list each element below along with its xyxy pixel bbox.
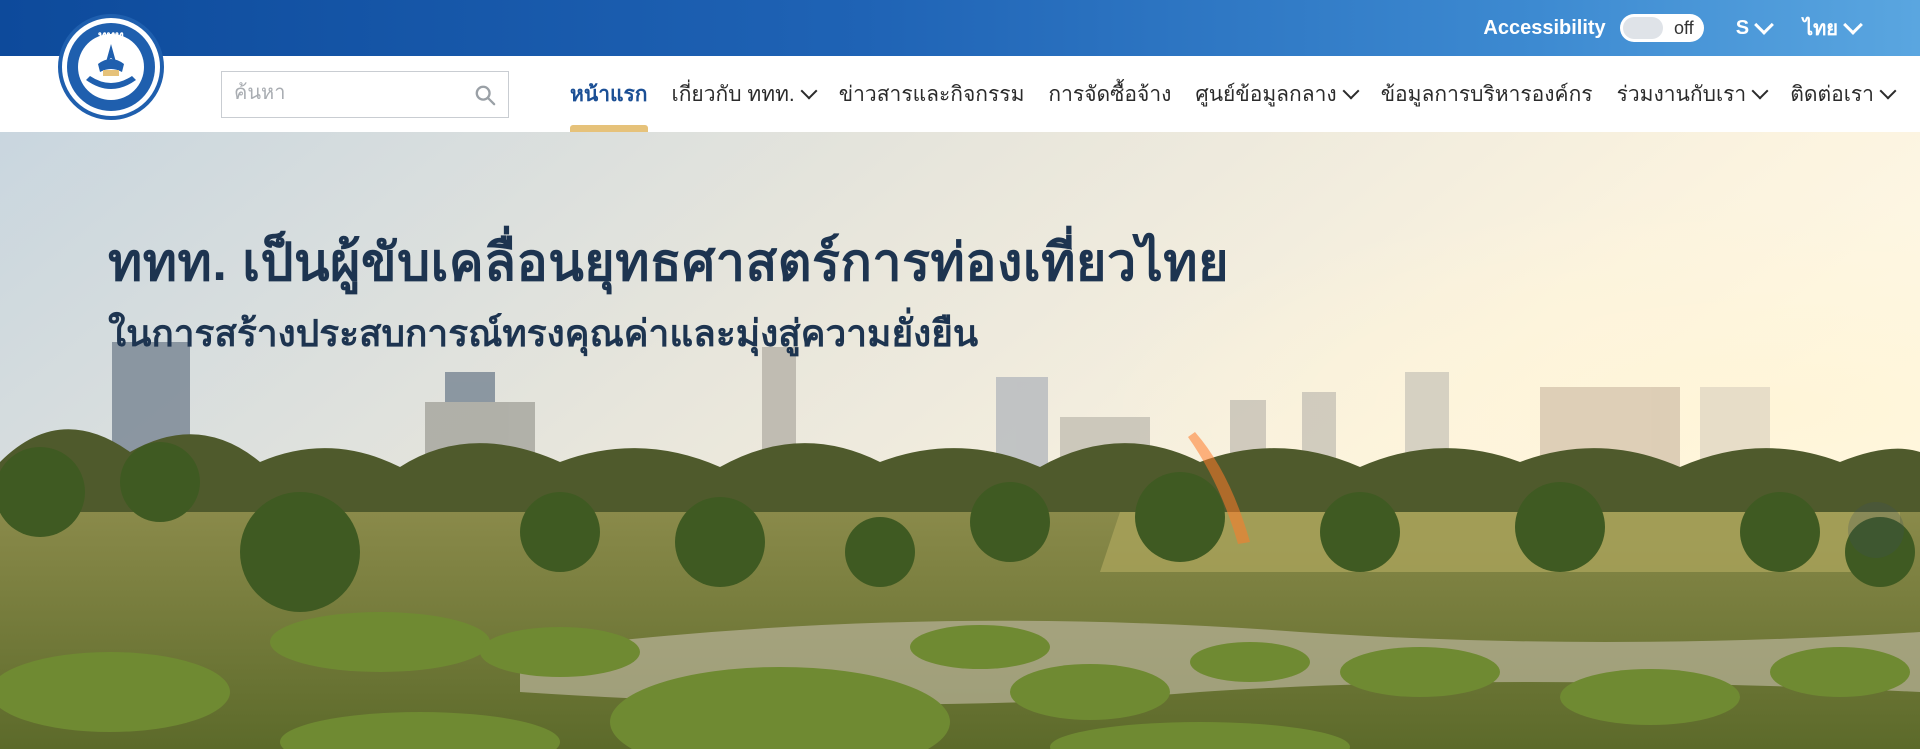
language-dropdown[interactable]: ไทย — [1803, 12, 1863, 44]
top-utility-bar: Accessibility off S ไทย — [0, 0, 1920, 56]
hero-headline: ททท. เป็นผู้ขับเคลื่อนยุทธศาสตร์การท่องเ… — [108, 234, 1230, 292]
nav-item-5[interactable]: ข้อมูลการบริหารองค์กร — [1369, 56, 1605, 132]
chevron-down-icon — [800, 82, 818, 100]
font-size-dropdown[interactable]: S — [1735, 15, 1774, 40]
nav-item-label: ข้อมูลการบริหารองค์กร — [1380, 82, 1593, 106]
chevron-down-icon — [1751, 82, 1769, 100]
tat-logo[interactable]: ททท — [58, 14, 164, 120]
nav-item-7[interactable]: ติดต่อเรา — [1778, 56, 1906, 132]
nav-item-2[interactable]: ข่าวสารและกิจกรรม — [827, 56, 1037, 132]
nav-item-0[interactable]: หน้าแรก — [558, 56, 660, 132]
main-navbar: หน้าแรก เกี่ยวกับ ททท. ข่าวสารและกิจกรรม กา… — [0, 56, 1920, 132]
search-box — [221, 71, 509, 118]
chevron-down-icon — [1754, 15, 1774, 35]
floating-action-button[interactable] — [1848, 502, 1904, 558]
nav-item-label: การจัดซื้อจ้าง — [1048, 82, 1172, 106]
chevron-down-icon — [1879, 82, 1897, 100]
chevron-down-icon — [1342, 82, 1360, 100]
hero-banner: ททท. เป็นผู้ขับเคลื่อนยุทธศาสตร์การท่องเ… — [0, 132, 1920, 749]
logo-mark-text: ททท — [98, 29, 124, 44]
chevron-down-icon — [1843, 15, 1863, 35]
nav-item-1[interactable]: เกี่ยวกับ ททท. — [660, 56, 827, 132]
accessibility-toggle[interactable]: off — [1619, 14, 1704, 42]
nav-item-label: ข่าวสารและกิจกรรม — [838, 82, 1025, 106]
nav-item-label: ติดต่อเรา — [1790, 82, 1874, 106]
nav-item-4[interactable]: ศูนย์ข้อมูลกลาง — [1183, 56, 1368, 132]
hero-subline: ในการสร้างประสบการณ์ทรงคุณค่าและมุ่งสู่ค… — [108, 313, 979, 354]
toggle-state-label: off — [1674, 18, 1694, 38]
logo-emblem: ททท — [67, 23, 155, 111]
nav-item-label: ศูนย์ข้อมูลกลาง — [1195, 82, 1337, 106]
nav-item-6[interactable]: ร่วมงานกับเรา — [1605, 56, 1779, 132]
font-size-label: S — [1735, 16, 1750, 39]
toggle-knob — [1622, 17, 1663, 39]
search-input[interactable] — [222, 72, 464, 115]
nav-item-label: ร่วมงานกับเรา — [1616, 82, 1747, 106]
nav-item-3[interactable]: การจัดซื้อจ้าง — [1036, 56, 1183, 132]
utility-controls: Accessibility off S ไทย — [1483, 0, 1863, 56]
nav-item-label: หน้าแรก — [570, 82, 648, 106]
primary-menu: หน้าแรก เกี่ยวกับ ททท. ข่าวสารและกิจกรรม กา… — [558, 56, 1906, 132]
accessibility-label: Accessibility — [1483, 16, 1606, 39]
nav-item-label: เกี่ยวกับ ททท. — [671, 82, 795, 106]
search-icon[interactable] — [474, 84, 496, 106]
language-label: ไทย — [1803, 18, 1838, 40]
